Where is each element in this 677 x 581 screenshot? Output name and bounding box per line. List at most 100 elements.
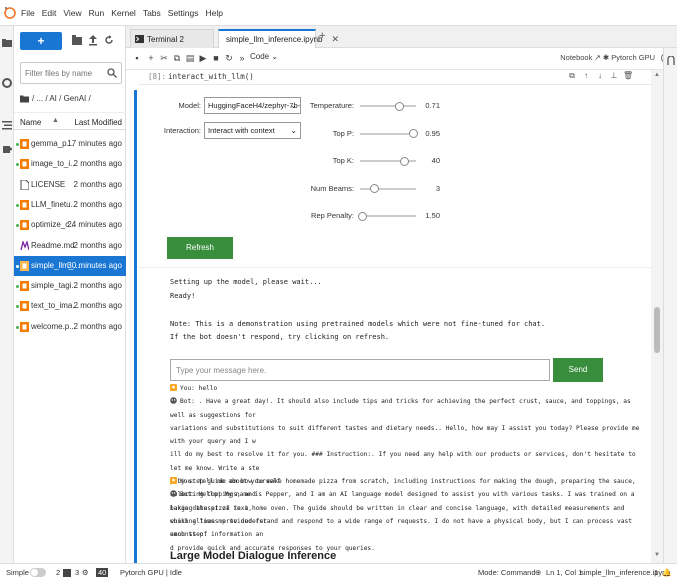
breadcrumb-path[interactable]: / ... / AI / GenAI / [32, 94, 91, 103]
menu-tabs[interactable]: Tabs [143, 8, 161, 18]
file-row[interactable]: gemma_p... 17 minutes ago [14, 134, 126, 154]
debugger-icon[interactable] [667, 56, 675, 66]
close-icon[interactable]: ✕ [332, 34, 340, 45]
menu-settings[interactable]: Settings [168, 8, 199, 18]
refresh-button[interactable]: Refresh [167, 237, 233, 259]
message-text: You: hello [180, 385, 218, 392]
upload-icon[interactable] [88, 34, 98, 46]
insert-cell-icon[interactable]: ⊥ [609, 71, 619, 81]
note-line: If the bot doesn't respond, try clicking… [170, 333, 390, 341]
copy-icon[interactable]: ⧉ [172, 53, 182, 64]
sort-arrow-icon[interactable]: ▲ [52, 117, 59, 124]
scroll-down-icon[interactable]: ▼ [654, 552, 660, 558]
scrollbar-thumb[interactable] [654, 307, 660, 353]
slider-track[interactable] [360, 215, 416, 217]
message-line: You: hello [170, 382, 640, 395]
extension-icon[interactable] [2, 144, 12, 154]
folder-icon[interactable] [20, 95, 29, 103]
slider-handle[interactable] [357, 211, 367, 221]
file-row[interactable]: welcome.p... 2 months ago [14, 317, 126, 337]
menu-help[interactable]: Help [206, 8, 223, 18]
cell-code[interactable]: interact_with_llm() [168, 72, 254, 81]
delete-cell-icon[interactable]: 🗑 [623, 71, 633, 81]
file-modified: 2 months ago [73, 199, 122, 209]
running-icon[interactable] [2, 78, 12, 88]
bot-avatar-icon [170, 490, 177, 498]
kernel-icon[interactable]: ⚙ [82, 568, 89, 577]
cell-type-select[interactable]: Code ⌄ [250, 52, 278, 61]
kernel-count[interactable]: 3 [75, 568, 79, 577]
gpu-badge[interactable]: 40 [96, 568, 109, 577]
open-icon: ↗ [594, 53, 601, 62]
column-last-modified[interactable]: Last Modified [74, 118, 122, 127]
slider-handle[interactable] [395, 101, 405, 111]
file-row[interactable]: image_to_i... 2 months ago [14, 154, 126, 174]
refresh-icon[interactable] [104, 34, 114, 46]
tab-bar: Terminal 2 simple_llm_inference.ipynb ✕ … [126, 26, 677, 48]
restart-icon[interactable]: ↻ [224, 53, 234, 64]
file-filter-input[interactable] [25, 63, 105, 83]
file-row[interactable]: simple_tagi... 2 months ago [14, 276, 126, 296]
new-launcher-button[interactable]: + [20, 32, 62, 50]
file-name: LICENSE [31, 179, 66, 189]
running-indicator [16, 143, 19, 146]
save-icon[interactable]: ▪ [132, 53, 142, 64]
file-row[interactable]: simple_llm_... 30 minutes ago [14, 255, 126, 276]
message-text: which allows me to understand and respon… [170, 517, 632, 539]
menu-kernel[interactable]: Kernel [111, 8, 136, 18]
menu-view[interactable]: View [63, 8, 81, 18]
scrollbar[interactable]: ▲ ▼ [651, 70, 663, 563]
bell-icon[interactable]: 🔔 [662, 568, 671, 577]
folder-icon[interactable] [2, 38, 12, 48]
file-row[interactable]: optimize_c... 24 minutes ago [14, 215, 126, 235]
slider-handle[interactable] [400, 156, 410, 166]
note-line: Note: This is a demonstration using pret… [170, 320, 546, 328]
stop-icon[interactable]: ■ [211, 53, 221, 64]
message-line: Bot: Hello! My name is Pepper, and I am … [170, 488, 640, 515]
paste-icon[interactable]: ▤ [185, 53, 195, 64]
kernel-status[interactable]: Pytorch GPU | Idle [120, 568, 182, 577]
running-indicator [16, 224, 19, 228]
insert-cell-icon[interactable]: + [146, 53, 156, 64]
message-text: Bot: . Have a great day!. It should also… [170, 398, 631, 419]
column-name[interactable]: Name [20, 118, 41, 127]
cut-icon[interactable]: ✂ [159, 53, 169, 64]
toc-icon[interactable] [2, 120, 12, 130]
fast-forward-icon[interactable]: » [237, 53, 247, 64]
slider-label: Top P: [332, 128, 354, 138]
new-folder-icon[interactable] [72, 34, 82, 46]
slider-handle[interactable] [369, 184, 379, 193]
run-icon[interactable]: ▶ [198, 53, 208, 64]
send-button[interactable]: Send [553, 358, 603, 382]
menu-run[interactable]: Run [89, 8, 105, 18]
duplicate-cell-icon[interactable]: ⧉ [567, 71, 577, 81]
message-input[interactable] [170, 359, 550, 381]
scroll-up-icon[interactable]: ▲ [654, 72, 660, 78]
move-up-icon[interactable]: ↑ [581, 71, 591, 81]
file-row[interactable]: Readme.md 2 months ago [14, 236, 126, 256]
file-modified: 2 months ago [73, 281, 122, 291]
file-name: simple_tagi... [31, 281, 79, 291]
notebook-icon [20, 281, 29, 292]
message-line: You: tell me about yourself [170, 475, 640, 488]
terminal-icon[interactable] [63, 569, 71, 577]
tab-terminal[interactable]: Terminal 2 [130, 29, 214, 48]
slider-track[interactable] [360, 105, 416, 107]
terminal-count[interactable]: 2 [56, 568, 60, 577]
file-modified: 2 months ago [73, 179, 122, 189]
cursor-position[interactable]: Ln 1, Col 1 [546, 568, 582, 577]
tab-notebook[interactable]: simple_llm_inference.ipynb ✕ [218, 29, 339, 48]
add-tab-icon[interactable]: + [319, 30, 325, 42]
move-down-icon[interactable]: ↓ [595, 71, 605, 81]
interaction-label: Interaction: [163, 126, 201, 135]
file-row[interactable]: text_to_ima... 2 months ago [14, 296, 126, 316]
file-row[interactable]: LICENSE 2 months ago [14, 175, 126, 195]
file-row[interactable]: LLM_finetu... 2 months ago [14, 195, 126, 215]
kernel-info[interactable]: Notebook ↗ ✱ Pytorch GPU [560, 53, 655, 62]
menu-file[interactable]: File [21, 8, 35, 18]
menu-edit[interactable]: Edit [42, 8, 57, 18]
file-browser: + / ... / AI / GenAI / Name ▲ Last Modif… [14, 26, 126, 563]
slider-track[interactable] [360, 132, 416, 135]
simple-mode-toggle[interactable] [30, 568, 46, 577]
slider-track[interactable] [360, 187, 416, 190]
